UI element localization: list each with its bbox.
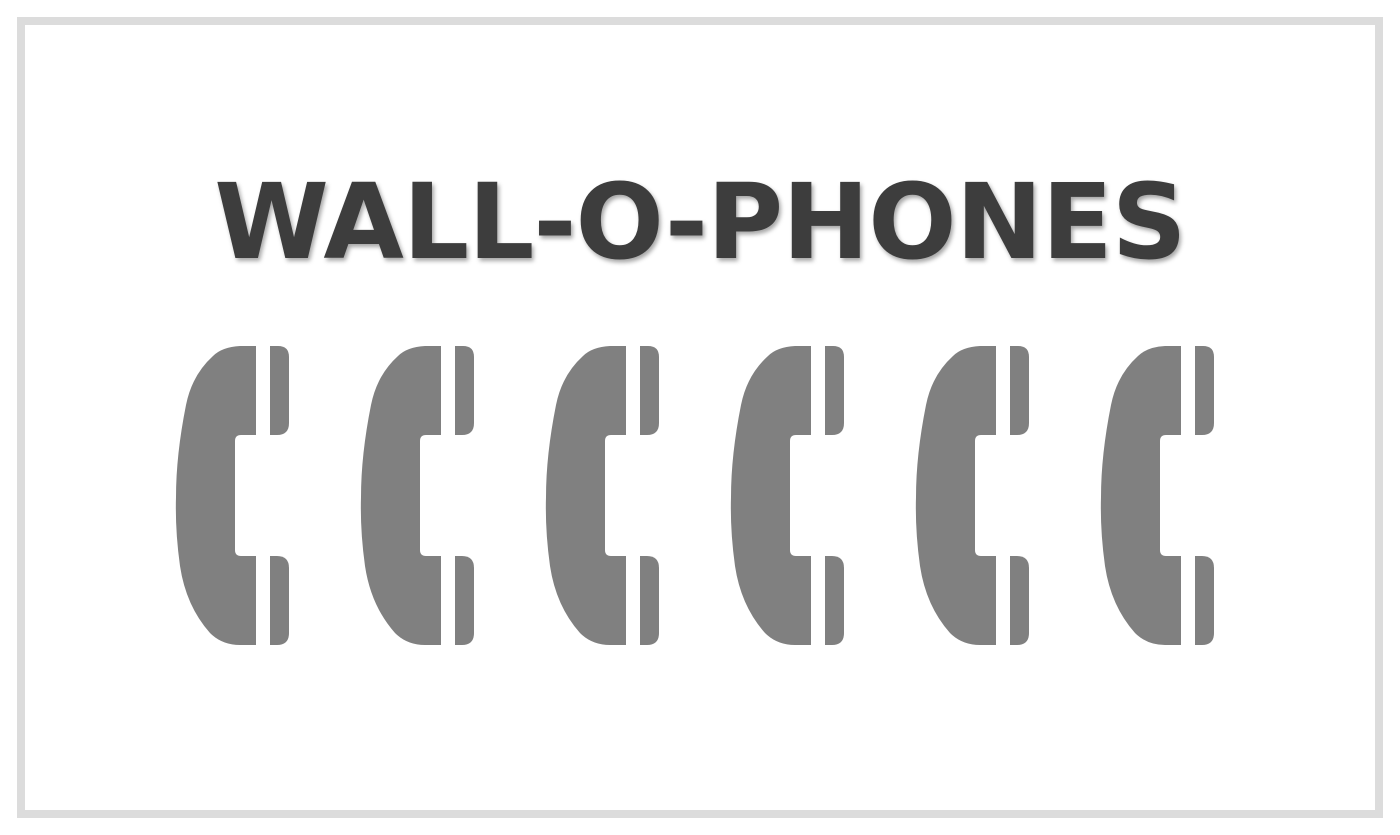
phone-handset-icon xyxy=(360,346,474,645)
phone-row xyxy=(175,346,1214,645)
phone-handset-icon xyxy=(175,346,289,645)
phone-handset-icon xyxy=(730,346,844,645)
phone-handset-icon xyxy=(545,346,659,645)
phone-handset-icon xyxy=(1100,346,1214,645)
phone-handset-icon xyxy=(915,346,1029,645)
